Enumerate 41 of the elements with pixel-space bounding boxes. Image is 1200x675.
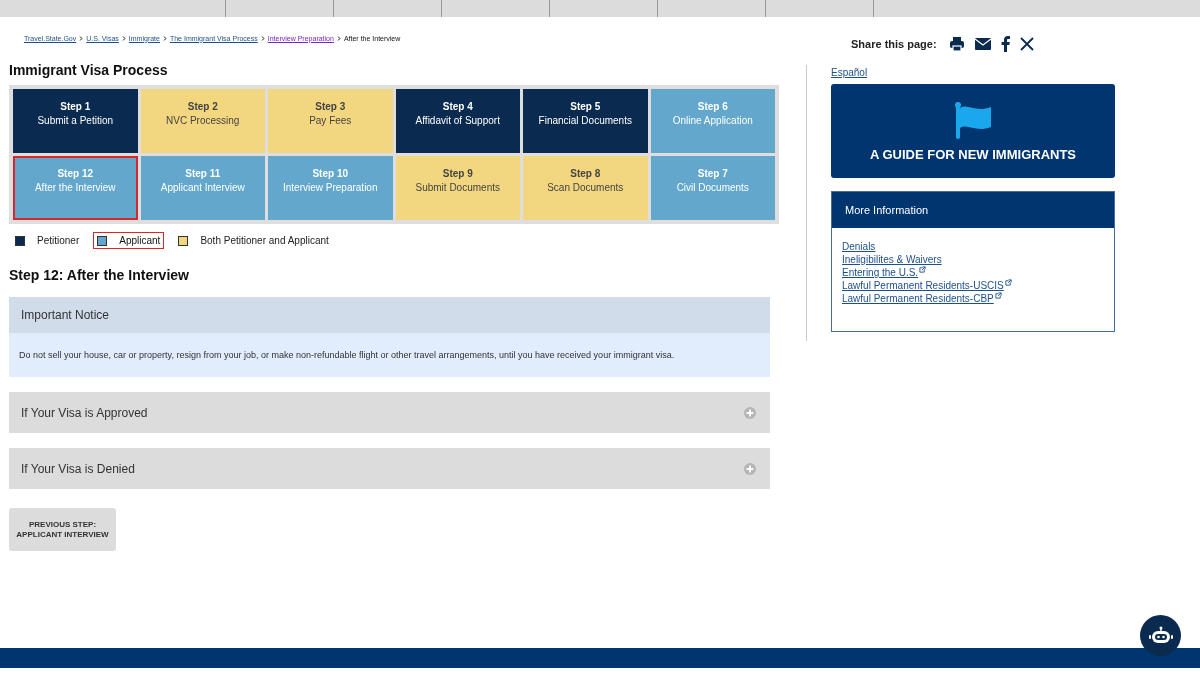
step-tile[interactable]: Step 2 NVC Processing bbox=[140, 89, 265, 153]
info-link[interactable]: Lawful Permanent Residents-USCIS bbox=[842, 279, 1004, 292]
legend-label: Applicant bbox=[119, 235, 161, 246]
facebook-icon[interactable] bbox=[1000, 36, 1010, 52]
step-tile[interactable]: Step 5 Financial Documents bbox=[523, 89, 648, 153]
legend-label: Petitioner bbox=[37, 235, 80, 246]
previous-step-button[interactable]: PREVIOUS STEP: APPLICANT INTERVIEW bbox=[9, 508, 116, 551]
accordion-header[interactable]: If Your Visa is Denied bbox=[9, 448, 770, 489]
legend-label: Both Petitioner and Applicant bbox=[200, 235, 329, 246]
mail-icon[interactable] bbox=[974, 38, 991, 50]
x-icon[interactable] bbox=[1019, 37, 1034, 51]
guide-banner[interactable]: A GUIDE FOR NEW IMMIGRANTS bbox=[831, 84, 1115, 178]
chevron-icon bbox=[260, 35, 265, 41]
robot-icon bbox=[1148, 625, 1173, 646]
share-label: Share this page: bbox=[851, 38, 937, 50]
flag-icon bbox=[953, 100, 993, 141]
accordion-title: If Your Visa is Approved bbox=[21, 405, 148, 420]
step-tile[interactable]: Step 4 Affidavit of Support bbox=[395, 89, 520, 153]
guide-title: A GUIDE FOR NEW IMMIGRANTS bbox=[869, 146, 1077, 162]
chevron-icon bbox=[121, 35, 126, 41]
chevron-icon bbox=[162, 35, 167, 41]
more-info-header: More Information bbox=[832, 192, 1114, 228]
info-link[interactable]: Lawful Permanent Residents-CBP bbox=[842, 292, 994, 305]
chevron-icon bbox=[79, 35, 84, 41]
language-link[interactable]: Español bbox=[831, 67, 1115, 78]
accordion-header[interactable]: If Your Visa is Approved bbox=[9, 392, 770, 433]
info-link[interactable]: Denials bbox=[842, 240, 876, 253]
print-icon[interactable] bbox=[948, 36, 965, 52]
step-tile[interactable]: Step 1 Submit a Petition bbox=[13, 89, 138, 153]
info-link[interactable]: Entering the U.S. bbox=[842, 266, 919, 279]
notice-text: Do not sell your house, car or property, resign from your job, or make non-refundable flight or other travel arrangements, until you have received your immigrant visa. bbox=[19, 350, 676, 360]
accordion-title: If Your Visa is Denied bbox=[21, 461, 135, 476]
page-title: Immigrant Visa Process bbox=[9, 62, 169, 78]
chevron-icon bbox=[336, 35, 341, 41]
notice-header: Important Notice bbox=[9, 297, 770, 333]
chatbot-button[interactable] bbox=[1140, 615, 1181, 656]
step-heading: Step 12: After the Interview bbox=[9, 267, 190, 283]
step-tile[interactable]: Step 3 Pay Fees bbox=[268, 89, 393, 153]
step-tile[interactable]: Step 9 Submit Documents bbox=[395, 156, 520, 220]
step-tile[interactable]: Step 8 Scan Documents bbox=[523, 156, 648, 220]
info-link[interactable]: Ineligibilites & Waivers bbox=[842, 253, 942, 266]
